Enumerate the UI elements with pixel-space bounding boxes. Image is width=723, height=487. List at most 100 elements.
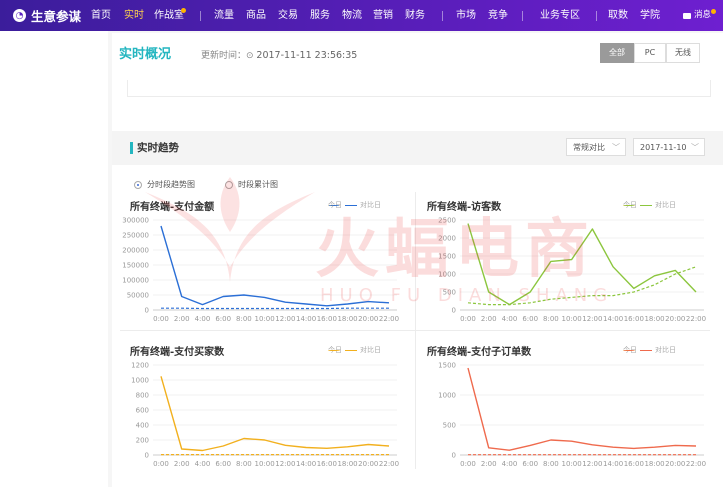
x-tick-label: 12:00 (582, 460, 602, 468)
x-tick-label: 18:00 (644, 315, 664, 323)
nav-trade[interactable]: 交易 (278, 0, 298, 31)
update-time-value: 2017-11-11 23:56:35 (256, 50, 358, 61)
nav-war-room[interactable]: 作战室 (154, 0, 184, 31)
nav-business-zone[interactable]: 业务专区 (540, 0, 580, 31)
x-tick-label: 4:00 (502, 460, 518, 468)
chart-legend: 今日 对比日 (328, 345, 381, 355)
watermark-subtext: HUO FU DIAN SHANG (320, 285, 614, 306)
series-line-today (160, 376, 390, 452)
x-tick-label: 8:00 (543, 460, 559, 468)
y-tick-label: 200000 (122, 247, 149, 255)
x-tick-label: 0:00 (460, 460, 476, 468)
x-tick-label: 20:00 (358, 460, 378, 468)
nav-logistics[interactable]: 物流 (342, 0, 362, 31)
legend-swatch-compare (328, 349, 340, 351)
x-tick-label: 14:00 (603, 315, 623, 323)
nav-data-fetch[interactable]: 取数 (608, 0, 628, 31)
radio-cumulative[interactable]: 时段累计图 (225, 179, 278, 190)
nav-home[interactable]: 首页 (91, 0, 111, 31)
message-badge-dot (711, 9, 716, 14)
x-tick-label: 12:00 (275, 460, 295, 468)
y-tick-label: 1000 (438, 392, 456, 400)
x-tick-label: 6:00 (522, 460, 538, 468)
y-tick-label: 600 (136, 407, 149, 415)
title-accent-bar (130, 142, 133, 154)
sub-orders-chart: 1500 1000 500 0 0:00 2:00 4:00 6:00 8:00 10:00 12:… (438, 362, 706, 469)
x-tick-label: 12:00 (275, 315, 295, 323)
brand-logo[interactable]: ◔ 生意参谋 (13, 0, 81, 31)
segment-wireless[interactable]: 无线 (666, 43, 700, 63)
x-tick-label: 0:00 (153, 315, 169, 323)
x-tick-label: 18:00 (644, 460, 664, 468)
nav-finance[interactable]: 财务 (405, 0, 425, 31)
x-tick-label: 18:00 (337, 315, 357, 323)
nav-divider (200, 11, 201, 21)
compare-mode-value: 常规对比 (573, 143, 605, 152)
x-tick-label: 10:00 (562, 315, 582, 323)
x-tick-label: 22:00 (686, 460, 706, 468)
y-tick-label: 1000 (131, 377, 149, 385)
x-tick-label: 0:00 (460, 315, 476, 323)
nav-marketing[interactable]: 营销 (373, 0, 393, 31)
update-time-label: 更新时间： (201, 51, 247, 61)
x-tick-label: 16:00 (317, 315, 337, 323)
nav-divider (596, 11, 597, 21)
chart-title-payment-amount: 所有终端-支付金额 (130, 202, 215, 213)
messages-label: 消息 (693, 10, 711, 20)
nav-products[interactable]: 商品 (246, 0, 266, 31)
x-tick-label: 4:00 (195, 315, 211, 323)
y-tick-label: 100000 (122, 277, 149, 285)
nav-service[interactable]: 服务 (310, 0, 330, 31)
overview-title: 实时概况 (119, 47, 172, 62)
nav-competition[interactable]: 竞争 (488, 0, 508, 31)
y-tick-label: 200 (136, 437, 149, 445)
x-tick-label: 16:00 (624, 315, 644, 323)
nav-market[interactable]: 市场 (456, 0, 476, 31)
x-tick-label: 6:00 (522, 315, 538, 323)
nav-traffic[interactable]: 流量 (214, 0, 234, 31)
x-tick-label: 20:00 (358, 315, 378, 323)
legend-swatch-today (345, 349, 357, 351)
nav-divider (442, 11, 443, 21)
x-tick-label: 10:00 (255, 460, 275, 468)
compare-mode-select[interactable]: 常规对比 ﹀ (566, 138, 626, 156)
overview-card: 实时概况 更新时间：⊙ 2017-11-11 23:56:35 全部 PC 无线 (112, 33, 723, 131)
x-tick-label: 20:00 (665, 460, 685, 468)
x-tick-label: 4:00 (195, 460, 211, 468)
y-tick-label: 1500 (438, 362, 456, 370)
x-tick-label: 6:00 (215, 460, 231, 468)
chart-title-sub-orders: 所有终端-支付子订单数 (427, 347, 532, 358)
trend-header: 实时趋势 常规对比 ﹀ 2017-11-10 ﹀ (112, 131, 723, 165)
y-tick-label: 300000 (122, 217, 149, 225)
x-tick-label: 8:00 (543, 315, 559, 323)
x-tick-label: 10:00 (255, 315, 275, 323)
y-tick-label: 0 (145, 452, 149, 460)
x-tick-label: 16:00 (624, 460, 644, 468)
segment-pc[interactable]: PC (634, 43, 666, 63)
top-nav-bar: ◔ 生意参谋 首页 实时 作战室 流量 商品 交易 服务 物流 营销 财务 市场… (0, 0, 723, 31)
update-time: 更新时间：⊙ 2017-11-11 23:56:35 (201, 48, 357, 61)
legend-compare: 对比日 (655, 201, 676, 209)
radio-unselected-icon (225, 180, 233, 189)
y-tick-label: 400 (136, 422, 149, 430)
x-tick-label: 12:00 (582, 315, 602, 323)
messages-button[interactable]: 消息 (682, 0, 711, 31)
x-tick-label: 2:00 (174, 460, 190, 468)
y-tick-label: 150000 (122, 262, 149, 270)
y-tick-label: 1200 (131, 362, 149, 370)
clock-icon: ⊙ (246, 51, 257, 61)
nav-academy[interactable]: 学院 (640, 0, 660, 31)
y-tick-label: 0 (145, 307, 149, 315)
nav-realtime[interactable]: 实时 (124, 0, 144, 31)
radio-hourly-trend[interactable]: 分时段趋势图 (134, 179, 195, 190)
chart-legend: 今日 对比日 (623, 345, 676, 355)
new-badge-dot (181, 8, 186, 13)
compare-date-select[interactable]: 2017-11-10 ﹀ (633, 138, 705, 156)
legend-swatch-today (640, 349, 652, 351)
segment-all[interactable]: 全部 (600, 43, 634, 63)
nav-divider (522, 11, 523, 21)
x-tick-label: 22:00 (379, 315, 399, 323)
chart-legend: 今日 对比日 (623, 200, 676, 210)
y-tick-label: 0 (452, 452, 456, 460)
y-tick-label: 250000 (122, 232, 149, 240)
